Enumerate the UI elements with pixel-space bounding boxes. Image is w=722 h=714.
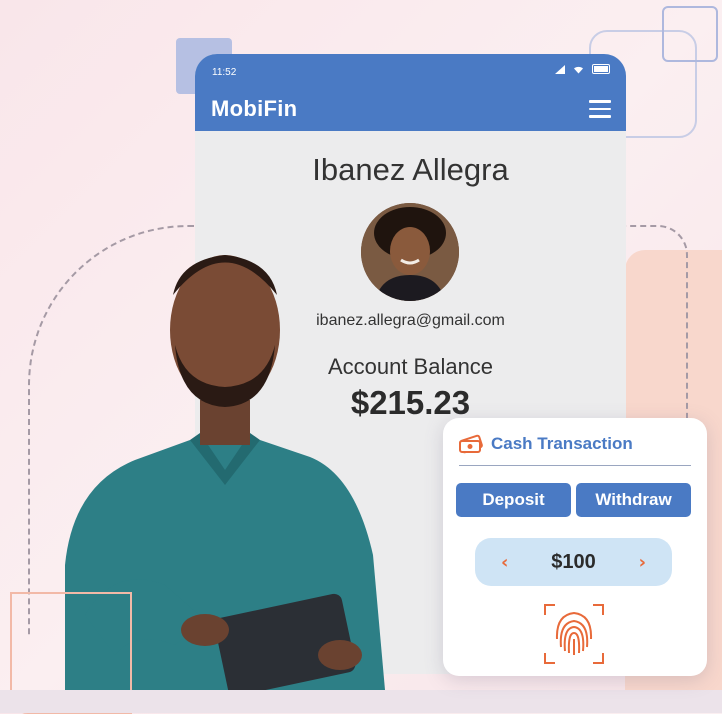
wifi-icon [574,66,583,73]
app-header: 11:52 MobiFin [195,54,626,131]
decorative-bottom-band [0,690,722,713]
chevron-right-icon[interactable]: › [639,552,646,573]
status-icons [555,64,610,74]
status-time: 11:52 [212,67,237,78]
card-divider [459,465,691,466]
deposit-button[interactable]: Deposit [456,483,571,517]
battery-icon [592,64,610,74]
card-title: Cash Transaction [491,434,633,453]
cash-icon [459,434,483,454]
amount-stepper: ‹ $100 › [475,538,672,586]
hamburger-menu-icon[interactable] [589,100,611,118]
amount-value: $100 [551,550,596,573]
cash-transaction-card: Cash Transaction Deposit Withdraw ‹ $100… [443,418,707,676]
decorative-outline-square-small [662,6,718,62]
brand-logo: MobiFin [211,96,298,121]
withdraw-button[interactable]: Withdraw [576,483,691,517]
signal-icon [555,64,565,74]
chevron-left-icon[interactable]: ‹ [501,552,508,573]
card-header: Cash Transaction [459,434,633,454]
user-name: Ibanez Allegra [312,152,509,187]
fingerprint-icon[interactable] [543,603,605,665]
